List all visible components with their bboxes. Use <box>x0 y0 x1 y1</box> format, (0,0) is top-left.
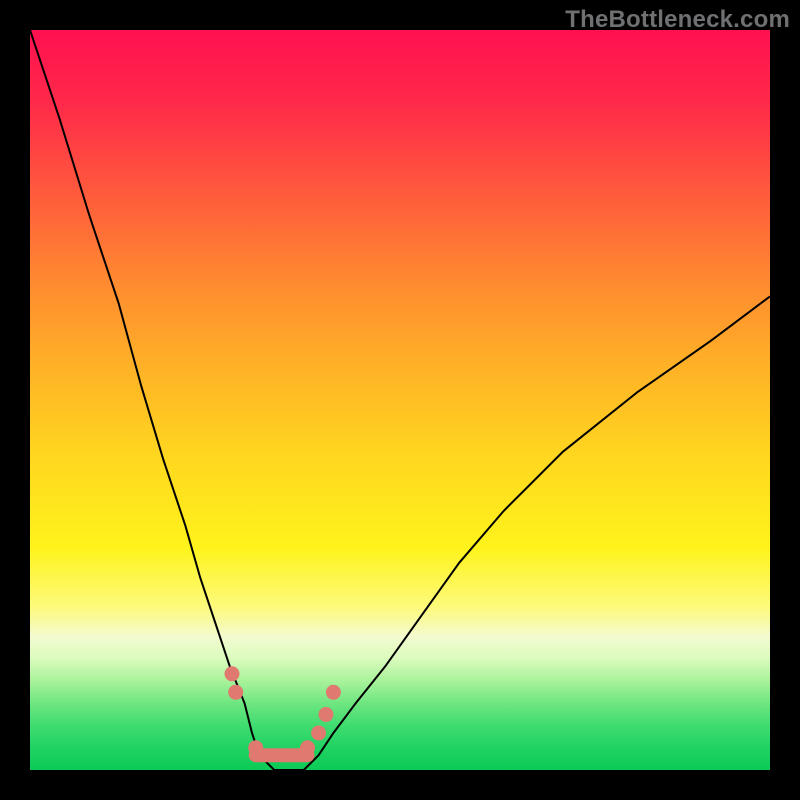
data-marker <box>229 685 243 699</box>
data-marker <box>312 726 326 740</box>
bottleneck-curve <box>30 30 770 770</box>
plot-area <box>30 30 770 770</box>
data-marker <box>326 685 340 699</box>
curve-svg <box>30 30 770 770</box>
data-marker <box>249 741 263 755</box>
chart-frame: TheBottleneck.com <box>0 0 800 800</box>
data-marker <box>225 667 239 681</box>
data-marker <box>301 741 315 755</box>
data-marker <box>319 708 333 722</box>
marker-group <box>225 667 340 755</box>
